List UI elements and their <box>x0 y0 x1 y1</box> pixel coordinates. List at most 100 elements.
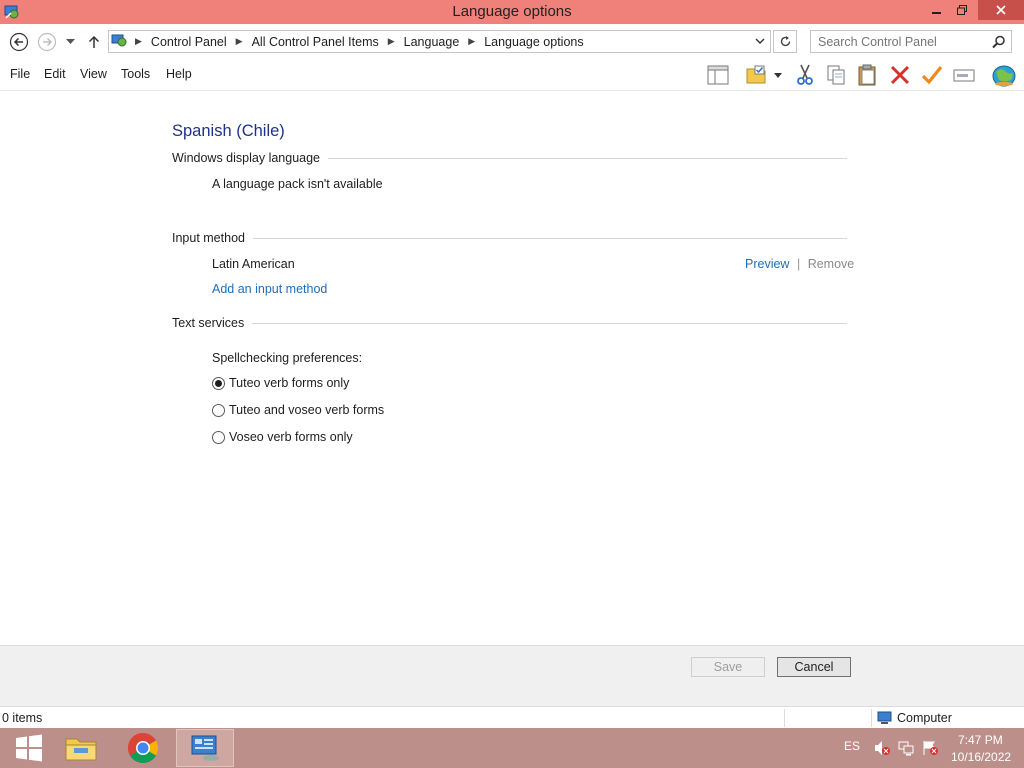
checkmark-icon <box>921 66 943 85</box>
delete-x-icon <box>890 65 910 85</box>
forward-button[interactable] <box>36 31 58 53</box>
chevron-right-icon: ▶ <box>235 36 243 46</box>
paste-icon <box>858 64 876 86</box>
radio-option-voseo[interactable]: Voseo verb forms only <box>212 430 353 444</box>
input-method-name: Latin American <box>212 257 295 271</box>
paste-button[interactable] <box>856 63 880 87</box>
clock-time[interactable]: 7:47 PM <box>958 733 1003 747</box>
taskbar-control-panel[interactable] <box>176 729 234 767</box>
start-button[interactable] <box>0 729 58 767</box>
computer-icon <box>877 711 893 728</box>
windows-logo-icon <box>16 734 42 762</box>
close-button[interactable] <box>978 0 1024 20</box>
chevron-down-icon <box>65 39 75 44</box>
chevron-right-icon: ▶ <box>387 36 395 46</box>
address-bar-row: ▶ Control Panel ▶ All Control Panel Item… <box>0 24 1024 60</box>
location-label: Computer <box>897 711 952 725</box>
location-icon <box>111 32 129 51</box>
breadcrumb-all-items[interactable]: All Control Panel Items <box>252 35 379 49</box>
breadcrumb-control-panel[interactable]: Control Panel <box>151 35 227 49</box>
restore-button[interactable] <box>948 0 976 20</box>
content-area: Spanish (Chile) Windows display language… <box>0 91 1024 645</box>
title-bar: Language options <box>0 0 1024 24</box>
close-icon <box>996 5 1006 15</box>
clock-date[interactable]: 10/16/2022 <box>951 750 1011 764</box>
add-input-method-link[interactable]: Add an input method <box>212 282 327 296</box>
text-services-title: Text services <box>172 316 253 330</box>
file-explorer-icon <box>65 738 97 761</box>
rename-button[interactable] <box>952 63 976 87</box>
recent-locations-button[interactable] <box>62 31 78 53</box>
action-center-flag-icon[interactable] <box>922 740 938 759</box>
rename-icon <box>953 69 975 82</box>
breadcrumb-language[interactable]: Language <box>404 35 460 49</box>
menu-help[interactable]: Help <box>166 67 192 81</box>
chrome-icon <box>127 733 159 764</box>
chevron-right-icon: ▶ <box>468 36 476 46</box>
items-count: 0 items <box>2 711 43 725</box>
menu-edit[interactable]: Edit <box>44 67 66 81</box>
display-language-title: Windows display language <box>172 151 329 165</box>
preview-link[interactable]: Preview <box>745 257 789 271</box>
link-separator: | <box>796 257 801 271</box>
copy-button[interactable] <box>824 63 848 87</box>
menu-file[interactable]: File <box>10 67 30 81</box>
layout-pane-icon <box>707 65 729 85</box>
radio-label: Tuteo and voseo verb forms <box>229 403 385 417</box>
breadcrumb: ▶ Control Panel ▶ All Control Panel Item… <box>111 31 584 52</box>
section-divider <box>172 238 847 239</box>
window-title: Language options <box>452 3 572 20</box>
breadcrumb-language-options[interactable]: Language options <box>484 35 583 49</box>
minimize-button[interactable] <box>923 0 951 20</box>
taskbar-chrome[interactable] <box>114 729 172 767</box>
network-icon[interactable] <box>898 740 914 759</box>
folder-options-button[interactable] <box>744 63 768 87</box>
chevron-down-icon <box>774 72 782 78</box>
input-language-indicator[interactable]: ES <box>844 739 860 753</box>
menu-view[interactable]: View <box>80 67 107 81</box>
radio-option-tuteo[interactable]: Tuteo verb forms only <box>212 376 349 390</box>
cut-button[interactable] <box>793 63 817 87</box>
spellcheck-label: Spellchecking preferences: <box>212 351 363 365</box>
volume-muted-icon[interactable] <box>874 740 890 759</box>
radio-button[interactable] <box>212 403 225 417</box>
cancel-button[interactable]: Cancel <box>777 657 851 677</box>
globe-icon <box>992 65 1016 87</box>
control-panel-icon <box>191 735 219 761</box>
status-divider <box>871 709 872 727</box>
search-box[interactable] <box>810 30 1012 53</box>
search-input[interactable] <box>811 31 993 52</box>
restore-icon <box>957 5 967 15</box>
input-method-title: Input method <box>172 231 253 245</box>
remove-link[interactable]: Remove <box>808 257 855 271</box>
taskbar: ES 7:47 PM 10/16/2022 <box>0 728 1024 768</box>
back-arrow-icon <box>9 32 29 52</box>
taskbar-file-explorer[interactable] <box>52 729 110 767</box>
up-arrow-icon <box>88 35 100 48</box>
refresh-icon <box>780 36 790 47</box>
search-icon[interactable] <box>992 35 1006 52</box>
properties-button[interactable] <box>920 63 944 87</box>
menu-tools[interactable]: Tools <box>121 67 150 81</box>
status-bar: 0 items Computer <box>0 706 1024 729</box>
back-button[interactable] <box>8 31 30 53</box>
folder-options-dropdown[interactable] <box>770 63 786 87</box>
chevron-down-icon <box>755 38 765 44</box>
globe-button[interactable] <box>990 63 1018 87</box>
up-button[interactable] <box>84 31 104 53</box>
section-divider <box>172 323 847 324</box>
delete-button[interactable] <box>888 63 912 87</box>
save-button[interactable]: Save <box>691 657 765 677</box>
layout-pane-button[interactable] <box>706 63 730 87</box>
radio-button[interactable] <box>212 430 225 444</box>
refresh-button[interactable] <box>773 30 797 53</box>
address-field[interactable]: ▶ Control Panel ▶ All Control Panel Item… <box>108 30 771 53</box>
input-method-actions: Preview | Remove <box>745 257 854 271</box>
radio-label: Tuteo verb forms only <box>229 376 350 390</box>
language-pack-status: A language pack isn't available <box>212 177 383 191</box>
folder-options-icon <box>746 65 766 84</box>
address-dropdown-button[interactable] <box>750 31 770 52</box>
radio-option-tuteo-voseo[interactable]: Tuteo and voseo verb forms <box>212 403 384 417</box>
radio-button-checked[interactable] <box>212 376 225 390</box>
scissors-icon <box>797 64 813 85</box>
